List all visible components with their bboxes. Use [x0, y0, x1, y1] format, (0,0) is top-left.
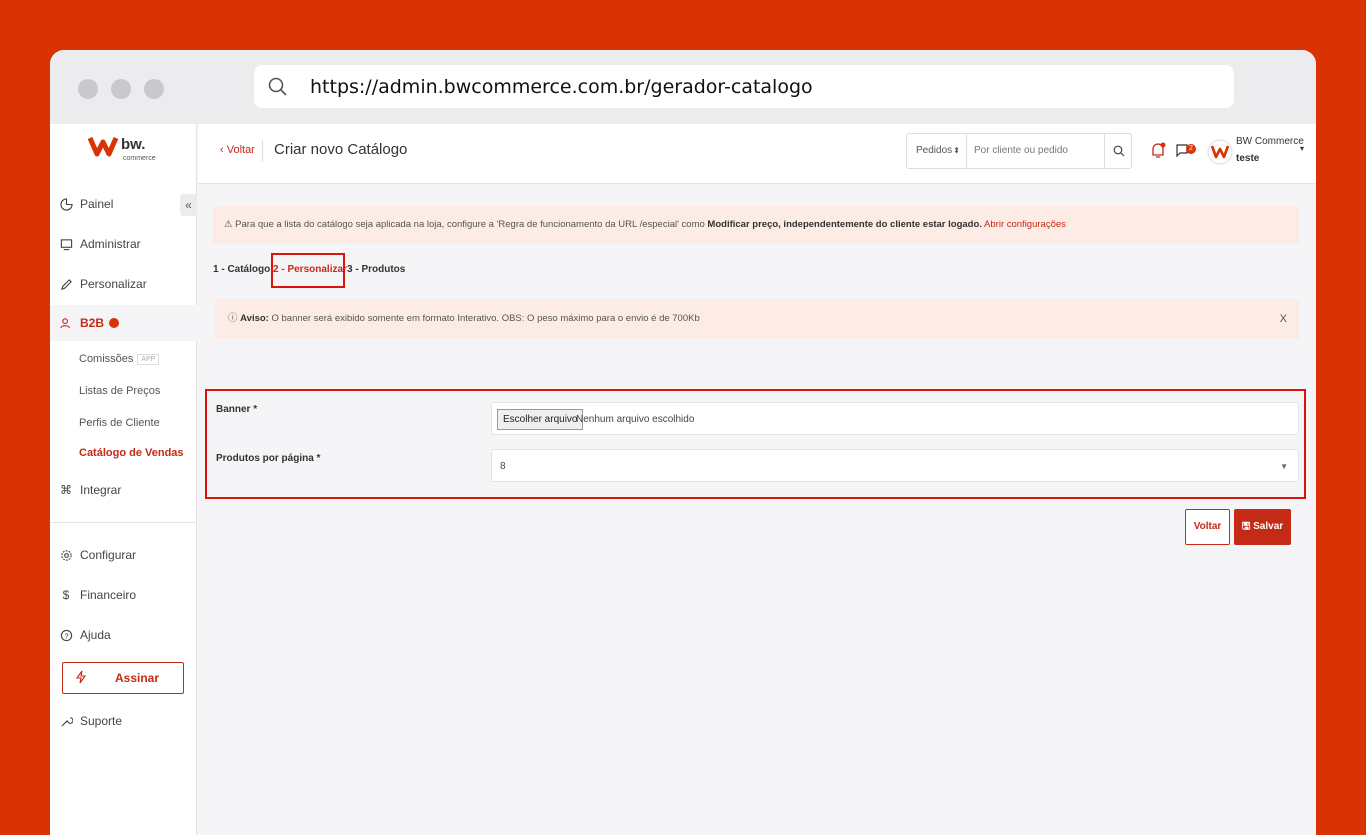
save-icon: 🖫 — [1241, 521, 1251, 532]
search-icon — [1113, 145, 1124, 157]
lightning-icon — [75, 670, 93, 687]
sidebar-item-label: Painel — [80, 197, 114, 211]
banner-file-input[interactable]: Escolher arquivo Nenhum arquivo escolhid… — [491, 402, 1299, 435]
notification-bell-icon[interactable] — [1150, 142, 1166, 160]
browser-chrome: https://admin.bwcommerce.com.br/gerador-… — [50, 50, 1316, 124]
search-button[interactable] — [1104, 134, 1132, 168]
global-search: Pedidos ⬍ Por cliente ou pedido — [906, 133, 1132, 169]
subitem-label: Comissões — [79, 353, 134, 365]
sidebar-item-label: B2B — [80, 316, 105, 330]
banner-label: Banner * — [216, 404, 258, 415]
sidebar-item-administrar[interactable]: Administrar — [50, 226, 197, 262]
user-store: teste — [1236, 153, 1260, 164]
step-highlight-box — [271, 253, 345, 288]
search-scope-select[interactable]: Pedidos ⬍ — [907, 134, 967, 168]
products-per-page-label: Produtos por página * — [216, 453, 321, 464]
sidebar-subitem-comissoes[interactable]: Comissões APP — [79, 353, 160, 365]
wrench-icon — [59, 714, 73, 728]
sidebar-item-label: Ajuda — [80, 628, 111, 642]
logo-brand-sub: commerce — [123, 155, 156, 162]
products-per-page-value: 8 — [500, 461, 506, 472]
window-dot — [111, 79, 131, 99]
sidebar-item-configurar[interactable]: Configurar — [50, 537, 197, 573]
step-catalogo[interactable]: 1 - Catálogo — [213, 264, 270, 275]
back-link[interactable]: ‹ Voltar — [220, 144, 255, 156]
search-input[interactable]: Por cliente ou pedido — [974, 134, 1068, 168]
warning-icon: ⚠ — [224, 219, 233, 230]
save-label: Salvar — [1253, 521, 1284, 532]
assinar-button[interactable]: Assinar — [62, 662, 184, 694]
app-tag: APP — [137, 353, 160, 365]
address-bar[interactable]: https://admin.bwcommerce.com.br/gerador-… — [254, 65, 1234, 108]
sidebar-subitem-listas-de-precos[interactable]: Listas de Preços — [79, 385, 160, 397]
user-name[interactable]: BW Commerce — [1236, 136, 1304, 147]
banner-notice-alert: ⓘ Aviso: O banner será exibido somente e… — [215, 299, 1299, 339]
top-bar: ‹ Voltar Criar novo Catálogo Pedidos ⬍ P… — [198, 124, 1316, 184]
gear-icon — [59, 548, 73, 562]
notice-label: Aviso: — [240, 313, 269, 324]
dollar-icon: $ — [62, 588, 70, 602]
users-icon — [59, 316, 73, 330]
logo-brand: bw. — [121, 136, 145, 153]
avatar[interactable] — [1207, 135, 1233, 169]
assinar-label: Assinar — [115, 671, 160, 685]
sidebar-subitem-catalogo-de-vendas[interactable]: Catálogo de Vendas — [79, 447, 184, 459]
bw-commerce-logo: bw. commerce — [88, 136, 156, 162]
help-icon: ? — [59, 628, 73, 642]
notice-text: O banner será exibido somente em formato… — [271, 313, 700, 324]
window-dot — [78, 79, 98, 99]
chat-count-badge: 2 — [1186, 144, 1196, 154]
monitor-icon — [59, 237, 73, 251]
chevron-down-icon: ▼ — [1280, 462, 1288, 471]
close-alert-button[interactable]: X — [1280, 299, 1287, 339]
products-per-page-select[interactable]: 8 ▼ — [491, 449, 1299, 482]
alert-text: Para que a lista do catálogo seja aplica… — [235, 219, 708, 230]
url-rule-alert: ⚠ Para que a lista do catálogo seja apli… — [213, 206, 1299, 244]
sidebar: bw. commerce « Painel Administrar Person… — [50, 124, 197, 835]
sidebar-subitem-perfis-de-cliente[interactable]: Perfis de Cliente — [79, 417, 160, 429]
browser-window: https://admin.bwcommerce.com.br/gerador-… — [50, 50, 1316, 835]
customize-form: Banner * Escolher arquivo Nenhum arquivo… — [205, 389, 1306, 499]
pen-icon — [59, 277, 73, 291]
topbar-divider — [262, 140, 263, 162]
sidebar-item-label: Administrar — [80, 237, 141, 251]
step-produtos[interactable]: 3 - Produtos — [347, 264, 405, 275]
command-icon: ⌘ — [60, 483, 72, 497]
choose-file-button[interactable]: Escolher arquivo — [497, 409, 584, 430]
sidebar-item-label: Suporte — [80, 714, 123, 728]
b2b-badge-icon — [109, 318, 120, 328]
sidebar-item-integrar[interactable]: ⌘ Integrar — [50, 472, 197, 508]
sidebar-item-financeiro[interactable]: $ Financeiro — [50, 577, 197, 613]
sidebar-item-personalizar[interactable]: Personalizar — [50, 266, 197, 302]
search-scope-value: Pedidos — [916, 145, 953, 156]
sidebar-item-label: Integrar — [80, 483, 122, 497]
caret-down-icon[interactable]: ▾ — [1300, 144, 1304, 153]
search-icon — [268, 77, 287, 96]
updown-icon: ⬍ — [953, 146, 960, 155]
back-button[interactable]: Voltar — [1185, 509, 1230, 545]
sidebar-item-painel[interactable]: Painel — [50, 186, 197, 222]
sidebar-item-b2b[interactable]: B2B — [50, 305, 197, 341]
open-settings-link[interactable]: Abrir configurações — [984, 219, 1066, 230]
page-title: Criar novo Catálogo — [274, 141, 408, 158]
window-dot — [144, 79, 164, 99]
sidebar-item-ajuda[interactable]: ? Ajuda — [50, 617, 197, 653]
sidebar-item-label: Financeiro — [80, 588, 137, 602]
sidebar-divider — [50, 522, 197, 523]
sidebar-item-label: Configurar — [80, 548, 137, 562]
info-icon: ⓘ — [228, 313, 238, 324]
sidebar-item-suporte[interactable]: Suporte — [50, 703, 197, 739]
sidebar-item-label: Personalizar — [80, 277, 147, 291]
dashboard-icon — [59, 197, 73, 211]
alert-bold-text: Modificar preço, independentemente do cl… — [707, 219, 982, 230]
file-status-text: Nenhum arquivo escolhido — [576, 414, 695, 425]
svg-text:?: ? — [64, 631, 68, 640]
url-text: https://admin.bwcommerce.com.br/gerador-… — [310, 76, 813, 98]
app-page: bw. commerce « Painel Administrar Person… — [50, 124, 1316, 835]
save-button[interactable]: 🖫 Salvar — [1234, 509, 1291, 545]
